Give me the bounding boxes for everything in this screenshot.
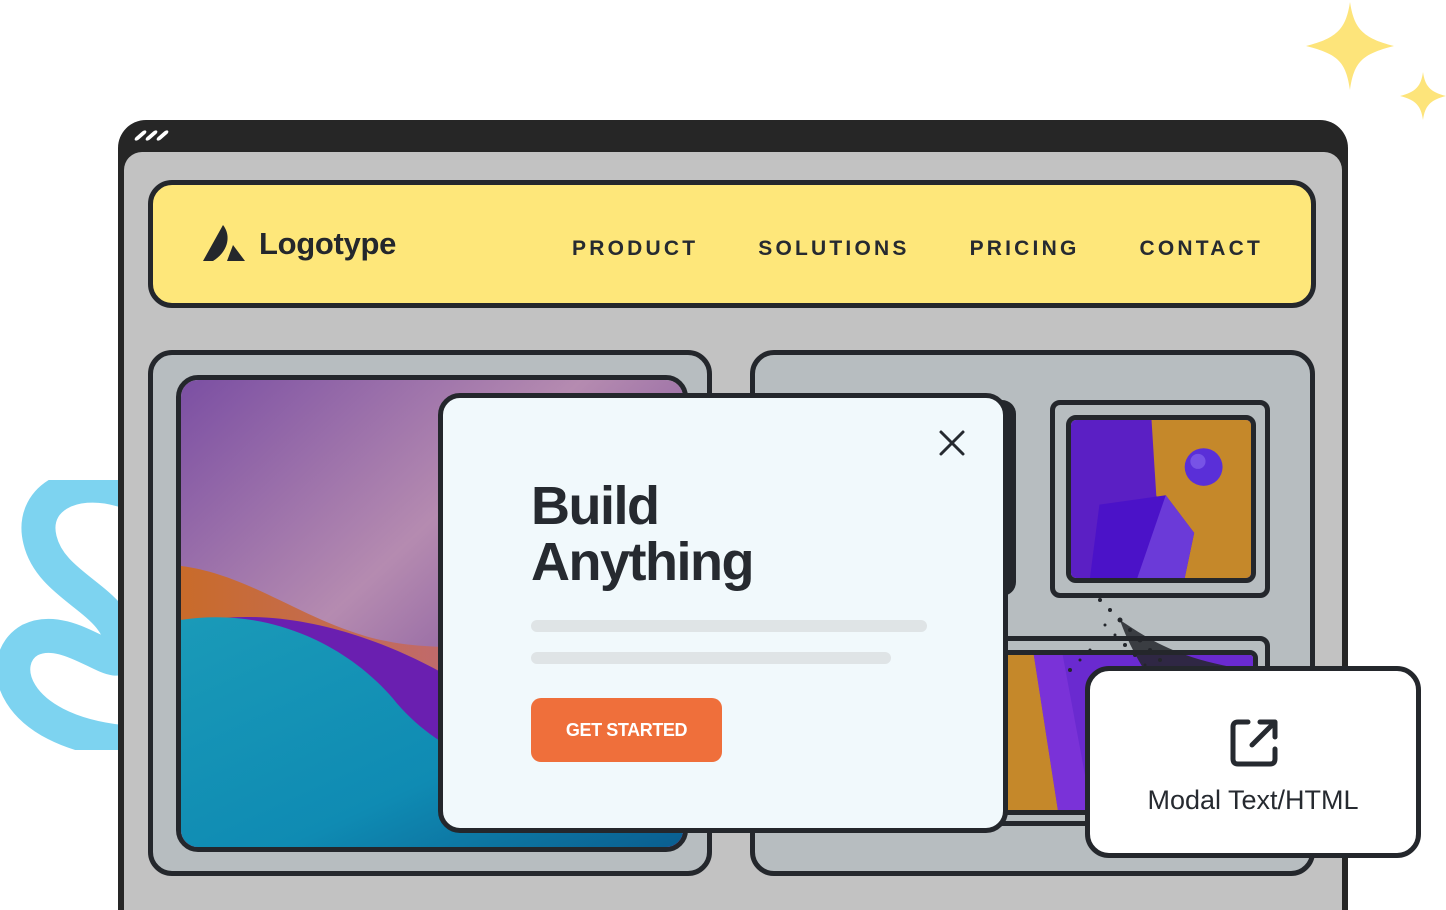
logo[interactable]: Logotype bbox=[203, 223, 396, 265]
close-icon[interactable] bbox=[937, 428, 967, 458]
sparkle-small-icon bbox=[1400, 72, 1446, 120]
nav-link-product[interactable]: PRODUCT bbox=[572, 237, 698, 261]
modal-text-placeholder-2 bbox=[531, 652, 891, 664]
feature-card: Modal Text/HTML bbox=[1085, 666, 1421, 858]
nav-link-contact[interactable]: CONTACT bbox=[1140, 237, 1264, 261]
modal-title-line-2: Anything bbox=[531, 532, 754, 592]
modal-title: Build Anything bbox=[531, 476, 754, 592]
sparkles-decoration bbox=[1306, 2, 1446, 120]
site-navbar: Logotype PRODUCT SOLUTIONS PRICING CONTA… bbox=[148, 180, 1316, 308]
modal-dialog: Build Anything GET STARTED bbox=[438, 393, 1008, 833]
logotype-mark-icon bbox=[203, 225, 245, 261]
squiggle-decoration bbox=[0, 480, 125, 750]
feature-label: Modal Text/HTML bbox=[1147, 785, 1359, 815]
sparkle-large-icon bbox=[1306, 2, 1394, 90]
logo-text: Logotype bbox=[259, 226, 397, 261]
get-started-button[interactable]: GET STARTED bbox=[531, 698, 722, 762]
window-dots-icon bbox=[133, 129, 170, 142]
modal-text-placeholder-1 bbox=[531, 620, 927, 632]
nav-link-solutions[interactable]: SOLUTIONS bbox=[758, 237, 909, 261]
external-link-icon bbox=[1230, 719, 1278, 767]
image-tile-sphere bbox=[1066, 415, 1256, 583]
nav-links: PRODUCT SOLUTIONS PRICING CONTACT bbox=[572, 237, 1263, 261]
modal-title-line-1: Build bbox=[531, 476, 660, 536]
nav-link-pricing[interactable]: PRICING bbox=[970, 237, 1080, 261]
